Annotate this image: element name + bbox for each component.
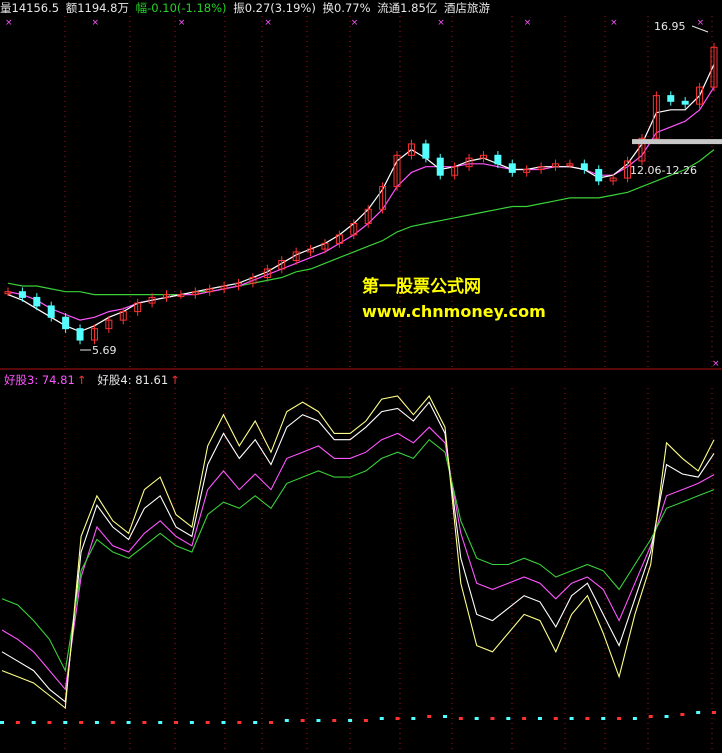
indicator-line-4 <box>1 395 715 710</box>
candle-body <box>47 305 55 318</box>
trend-dot <box>569 717 574 720</box>
trend-dot <box>680 713 685 716</box>
trend-dot <box>411 717 416 720</box>
candle-body <box>508 163 516 173</box>
trend-dot <box>379 717 384 720</box>
turnover-text: 换0.77% <box>322 1 371 15</box>
trend-dot <box>712 711 716 714</box>
legend-haogu4: 好股4: 81.61 <box>97 373 169 387</box>
marker-x: × <box>351 18 359 28</box>
candle-body <box>494 154 502 165</box>
marker-x: × <box>91 18 99 28</box>
indicator-line-3 <box>1 438 715 673</box>
amplitude-text: 振0.27(3.19%) <box>233 1 316 15</box>
candle-body <box>681 100 689 105</box>
indicator-line-1 <box>1 426 715 691</box>
ma-line-green <box>7 149 715 296</box>
trend-dot <box>427 715 432 718</box>
marker-x: × <box>610 18 618 28</box>
marker-x: × <box>697 18 705 28</box>
high-price-label: 16.95 <box>654 20 686 33</box>
float-cap-text: 流通1.85亿 <box>377 1 438 15</box>
trend-dot <box>395 717 400 720</box>
price-chart[interactable]: × × × × × × × × × 16.95 5.69 12.06-12.26 × <box>0 16 722 370</box>
up-arrow-icon: ↑ <box>170 373 180 387</box>
trend-dot <box>506 717 511 720</box>
candle-body <box>667 95 675 102</box>
trend-dot <box>237 721 242 724</box>
trend-dot <box>253 721 258 724</box>
trend-dot <box>158 721 163 724</box>
trend-dot <box>537 717 542 720</box>
marker-x: × <box>437 18 445 28</box>
trend-dot <box>474 717 479 720</box>
marker-x: × <box>524 18 532 28</box>
trend-dot <box>221 721 226 724</box>
change-text: 幅-0.10(-1.18%) <box>135 1 227 15</box>
trend-dot <box>142 721 147 724</box>
low-price-label: 5.69 <box>92 344 117 357</box>
trend-dot <box>696 711 701 714</box>
trend-dot <box>443 715 448 718</box>
marker-x: × <box>178 18 186 28</box>
trend-dot <box>79 721 84 724</box>
trend-dot <box>553 717 558 720</box>
trend-dot <box>648 715 653 718</box>
trend-dot <box>617 717 622 720</box>
marker-x: × <box>712 359 720 369</box>
watermark-url: www.chnmoney.com <box>362 302 546 321</box>
trend-dot <box>31 721 36 724</box>
candle-body <box>595 169 603 182</box>
trend-dot <box>300 719 305 722</box>
legend-haogu3: 好股3: 74.81 <box>4 373 75 387</box>
marker-x: × <box>264 18 272 28</box>
trend-dot <box>63 721 68 724</box>
trend-dot <box>458 717 463 720</box>
candle-body <box>62 316 70 330</box>
amount-text: 额1194.8万 <box>65 1 129 15</box>
trend-dot <box>490 717 495 720</box>
trend-dot <box>268 721 273 724</box>
trend-dot <box>363 719 368 722</box>
trend-dot <box>15 721 20 724</box>
candle-body <box>18 291 26 298</box>
trend-dot <box>174 721 179 724</box>
trend-dot <box>332 719 337 722</box>
trend-dot <box>94 721 99 724</box>
trend-dot <box>110 721 115 724</box>
trend-dot <box>316 719 321 722</box>
sector-text: 酒店旅游 <box>443 1 490 15</box>
trend-dot <box>664 715 669 718</box>
candle-body <box>76 328 84 341</box>
up-arrow-icon: ↑ <box>76 373 87 387</box>
trend-dot <box>348 719 353 722</box>
indicator-legend: 好股3: 74.81 ↑ 好股4: 81.61 ↑ <box>4 372 180 388</box>
watermark-title: 第一股票公式网 <box>362 277 481 297</box>
price-band-marker <box>632 139 722 145</box>
trend-dot <box>0 721 4 724</box>
trend-dot <box>126 721 131 724</box>
candle-body <box>436 157 444 176</box>
ma-line-white <box>7 64 715 333</box>
trend-dot <box>601 717 606 720</box>
quote-header: 量14156.5 额1194.8万 幅-0.10(-1.18%) 振0.27(3… <box>0 0 722 16</box>
trend-dot <box>189 721 194 724</box>
trend-dot <box>632 717 637 720</box>
ma-line-magenta <box>7 86 715 321</box>
candle-body <box>33 296 41 307</box>
trend-dot <box>47 721 52 724</box>
trend-dot <box>205 721 210 724</box>
indicator-line-2 <box>1 401 715 703</box>
trend-dot <box>284 719 289 722</box>
indicator-chart[interactable] <box>0 388 722 753</box>
price-range-label: 12.06-12.26 <box>630 164 697 177</box>
marker-x: × <box>5 18 13 28</box>
trend-dot <box>585 717 590 720</box>
candle-body <box>580 163 588 171</box>
trend-dot <box>522 717 527 720</box>
candle-body <box>422 143 430 159</box>
volume-text: 量14156.5 <box>0 1 60 15</box>
